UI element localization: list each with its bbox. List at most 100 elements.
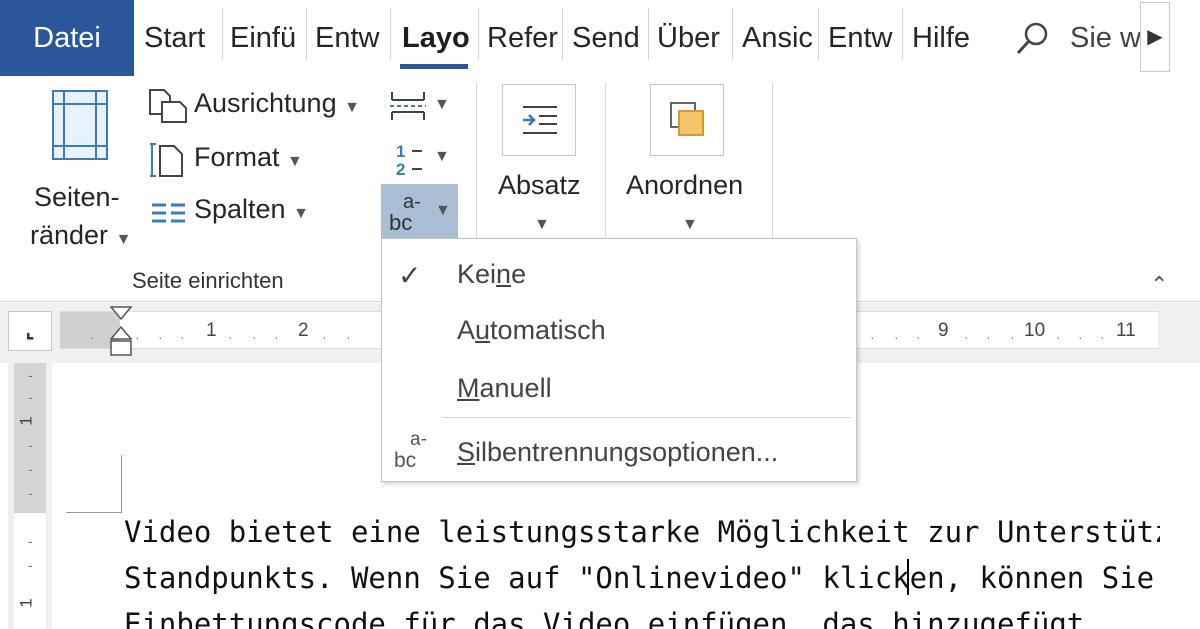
ruler-tick: · bbox=[1100, 329, 1105, 345]
access-key: M bbox=[457, 373, 480, 403]
page-size-icon bbox=[150, 143, 183, 177]
ruler-tick: · bbox=[135, 329, 140, 345]
ruler-tick: - bbox=[28, 367, 33, 383]
svg-text:a-: a- bbox=[410, 429, 427, 450]
margins-label-line2: ränder ▼ bbox=[30, 220, 131, 251]
menu-item-none[interactable]: ✓ Keine bbox=[382, 243, 856, 301]
caret-down-icon: ▼ bbox=[293, 205, 309, 222]
label-part: anuell bbox=[479, 373, 552, 403]
access-key: S bbox=[457, 437, 476, 467]
ruler-number: 11 bbox=[1116, 320, 1136, 341]
tab-file[interactable]: Datei bbox=[0, 0, 134, 76]
columns-button[interactable]: Spalten ▼ bbox=[148, 192, 318, 232]
document-text-line: Einbettungscode für das Video einfügen, … bbox=[124, 607, 1085, 629]
caret-down-icon: ▼ bbox=[435, 202, 451, 219]
tell-me-search[interactable]: Sie w bbox=[1070, 0, 1140, 76]
tab-scroll-right-button[interactable]: ▶ bbox=[1140, 2, 1170, 72]
margins-button[interactable]: Seiten- ränder ▼ bbox=[22, 84, 134, 254]
tab-design[interactable]: Entw bbox=[305, 0, 391, 76]
tab-start[interactable]: Start bbox=[134, 0, 224, 76]
tab-references[interactable]: Refer bbox=[477, 0, 563, 76]
tab-view[interactable]: Ansic bbox=[732, 0, 818, 76]
caret-down-icon: ▼ bbox=[344, 99, 360, 116]
caret-down-icon: ▼ bbox=[115, 231, 132, 248]
caret-down-icon: ▼ bbox=[534, 216, 550, 233]
line-numbers-button[interactable]: 1 2 ▼ bbox=[384, 138, 454, 178]
ruler-tick: - bbox=[28, 557, 33, 573]
line-numbers-icon: 1 2 bbox=[396, 142, 422, 178]
hyphenation-menu: ✓ Keine Automatisch Manuell a- bc Silben… bbox=[381, 238, 857, 482]
tab-separator bbox=[390, 8, 391, 60]
collapse-ribbon-button[interactable]: ⌃ bbox=[1150, 272, 1168, 298]
label-part: ilbentrennungsoptionen... bbox=[475, 437, 779, 467]
columns-text: Spalten bbox=[194, 194, 286, 224]
arrange-icon-box bbox=[650, 84, 724, 156]
paragraph-icon-box bbox=[502, 84, 576, 156]
orientation-label: Ausrichtung ▼ bbox=[194, 88, 360, 119]
tab-review[interactable]: Über bbox=[647, 0, 733, 76]
label-part: tomatisch bbox=[490, 315, 606, 345]
arrange-label: Anordnen bbox=[626, 170, 744, 200]
tab-help[interactable]: Hilfe bbox=[902, 0, 990, 76]
vertical-ruler-number: 1 bbox=[16, 416, 36, 426]
ruler-tick: · bbox=[916, 329, 921, 345]
tab-developer[interactable]: Entw bbox=[818, 0, 904, 76]
group-separator bbox=[476, 82, 477, 242]
svg-text:bc: bc bbox=[389, 210, 412, 234]
ruler-tick: · bbox=[1010, 329, 1015, 345]
chevron-right-icon: ▶ bbox=[1147, 26, 1163, 48]
hyphenation-icon: a- bc bbox=[389, 191, 421, 234]
indent-marker-icon[interactable] bbox=[110, 305, 132, 365]
arrange-button[interactable]: Anordnen ▼ bbox=[620, 82, 760, 242]
hyphenation-button[interactable]: a- bc ▼ bbox=[381, 184, 458, 238]
label-part: e bbox=[511, 259, 527, 289]
menu-item-hyphenation-options[interactable]: a- bc Silbentrennungsoptionen... bbox=[382, 421, 856, 479]
ruler-tick: · bbox=[252, 329, 257, 345]
label-part: Kei bbox=[457, 259, 497, 289]
caret-down-icon: ▼ bbox=[434, 148, 450, 165]
checkmark-icon: ✓ bbox=[398, 260, 422, 291]
page-margins-icon bbox=[52, 90, 108, 160]
vertical-ruler-number: 1 bbox=[16, 598, 36, 608]
ruler-tick: · bbox=[346, 329, 351, 345]
ruler-tick: · bbox=[180, 329, 185, 345]
label-part: A bbox=[457, 315, 476, 345]
group-label-page-setup: Seite einrichten bbox=[132, 268, 284, 293]
ruler-tick: · bbox=[90, 329, 95, 345]
ruler-tick: · bbox=[964, 329, 969, 345]
margins-label-line1: Seiten- bbox=[34, 182, 120, 212]
size-label: Format ▼ bbox=[194, 142, 303, 173]
margins-label-text: ränder bbox=[30, 220, 109, 250]
chevron-up-icon: ⌃ bbox=[1150, 272, 1169, 297]
ribbon-tab-bar: Datei Start Einfü Entw Layo Refer Send Ü… bbox=[0, 0, 1200, 76]
document-text-line: Video bietet eine leistungsstarke Möglic… bbox=[124, 515, 1160, 549]
ruler-tick: · bbox=[322, 329, 327, 345]
tab-mailings[interactable]: Send bbox=[562, 0, 648, 76]
breaks-button[interactable]: ▼ bbox=[384, 86, 454, 126]
ruler-tick: - bbox=[28, 437, 33, 453]
menu-separator bbox=[442, 417, 852, 418]
vertical-ruler[interactable]: - - 1 - - - - - 1 bbox=[8, 363, 52, 629]
ruler-tick: · bbox=[870, 329, 875, 345]
menu-item-automatic[interactable]: Automatisch bbox=[382, 301, 856, 359]
columns-icon bbox=[152, 203, 185, 223]
group-separator bbox=[605, 82, 606, 242]
ruler-tick: - bbox=[28, 389, 33, 405]
size-text: Format bbox=[194, 142, 280, 172]
ruler-tick: · bbox=[986, 329, 991, 345]
menu-item-manual[interactable]: Manuell bbox=[382, 359, 856, 417]
ruler-number: 9 bbox=[938, 320, 949, 341]
search-icon[interactable] bbox=[1012, 18, 1054, 60]
tab-stop-selector[interactable]: ⌞ bbox=[8, 311, 52, 351]
paragraph-button[interactable]: Absatz ▼ bbox=[490, 82, 600, 242]
svg-text:2: 2 bbox=[396, 160, 405, 178]
hyphenation-icon: a- bc bbox=[394, 429, 427, 472]
orientation-button[interactable]: Ausrichtung ▼ bbox=[148, 86, 372, 126]
menu-item-manual-label: Manuell bbox=[457, 373, 552, 404]
caret-down-icon: ▼ bbox=[682, 216, 698, 233]
svg-text:1: 1 bbox=[396, 142, 405, 161]
ruler-tick: - bbox=[28, 533, 33, 549]
ruler-tick: · bbox=[158, 329, 163, 345]
tab-insert[interactable]: Einfü bbox=[220, 0, 308, 76]
size-button[interactable]: Format ▼ bbox=[148, 140, 318, 180]
